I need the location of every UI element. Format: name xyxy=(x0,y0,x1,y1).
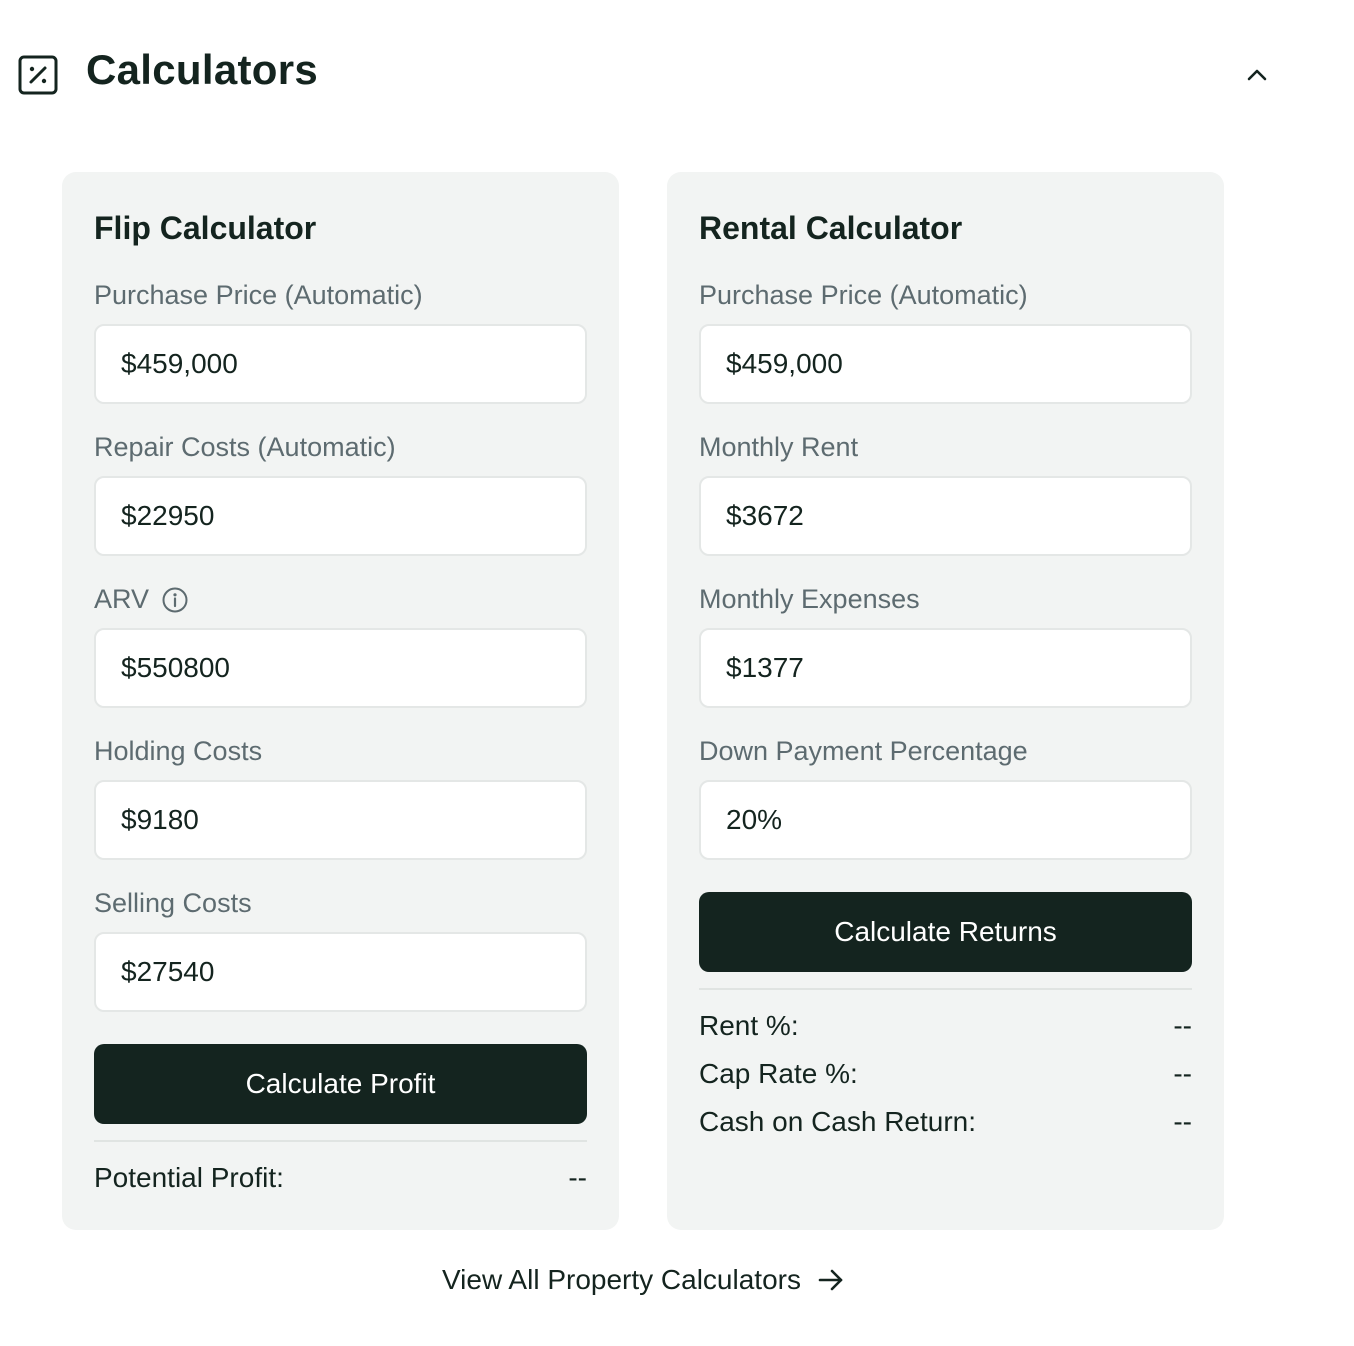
result-value: -- xyxy=(1173,1010,1192,1041)
holding-costs-input[interactable] xyxy=(94,780,587,860)
monthly-rent-input[interactable] xyxy=(699,476,1192,556)
cash-on-cash-row: Cash on Cash Return: -- xyxy=(699,1106,1192,1138)
divider xyxy=(94,1140,587,1142)
info-icon[interactable] xyxy=(161,586,189,614)
selling-costs-label: Selling Costs xyxy=(94,888,252,918)
flip-purchase-price-input[interactable] xyxy=(94,324,587,404)
rental-purchase-price-input[interactable] xyxy=(699,324,1192,404)
holding-costs-label: Holding Costs xyxy=(94,736,263,766)
monthly-rent-label: Monthly Rent xyxy=(699,432,859,462)
calculators-header: Calculators xyxy=(0,0,1354,150)
arv-input[interactable] xyxy=(94,628,587,708)
cap-rate-row: Cap Rate %: -- xyxy=(699,1058,1192,1090)
calculate-returns-button[interactable]: Calculate Returns xyxy=(699,892,1192,972)
rental-calculator-title: Rental Calculator xyxy=(699,210,963,246)
result-value: -- xyxy=(568,1162,587,1193)
result-label: Potential Profit: xyxy=(94,1162,284,1193)
result-label: Rent %: xyxy=(699,1010,799,1041)
flip-calculator-title: Flip Calculator xyxy=(94,210,317,246)
chevron-up-icon xyxy=(1245,63,1269,92)
result-label: Cash on Cash Return: xyxy=(699,1106,977,1137)
rental-calculator-card: Rental Calculator Purchase Price (Automa… xyxy=(667,172,1224,1230)
down-payment-input[interactable] xyxy=(699,780,1192,860)
arv-label: ARV xyxy=(94,584,189,615)
result-value: -- xyxy=(1173,1058,1192,1089)
page-title: Calculators xyxy=(86,46,319,93)
down-payment-label: Down Payment Percentage xyxy=(699,736,1028,766)
selling-costs-input[interactable] xyxy=(94,932,587,1012)
monthly-expenses-input[interactable] xyxy=(699,628,1192,708)
view-all-calculators-link[interactable]: View All Property Calculators xyxy=(442,1264,845,1296)
collapse-button[interactable] xyxy=(1236,56,1278,98)
repair-costs-input[interactable] xyxy=(94,476,587,556)
result-label: Cap Rate %: xyxy=(699,1058,858,1089)
flip-calculator-card: Flip Calculator Purchase Price (Automati… xyxy=(62,172,619,1230)
purchase-price-label: Purchase Price (Automatic) xyxy=(94,280,423,310)
repair-costs-label: Repair Costs (Automatic) xyxy=(94,432,396,462)
arrow-right-icon xyxy=(817,1266,845,1294)
rent-percent-row: Rent %: -- xyxy=(699,1010,1192,1042)
monthly-expenses-label: Monthly Expenses xyxy=(699,584,920,614)
divider xyxy=(699,988,1192,990)
calculator-icon xyxy=(18,55,58,95)
calculate-profit-button[interactable]: Calculate Profit xyxy=(94,1044,587,1124)
potential-profit-row: Potential Profit: -- xyxy=(94,1162,587,1194)
result-value: -- xyxy=(1173,1106,1192,1137)
rental-purchase-price-label: Purchase Price (Automatic) xyxy=(699,280,1028,310)
